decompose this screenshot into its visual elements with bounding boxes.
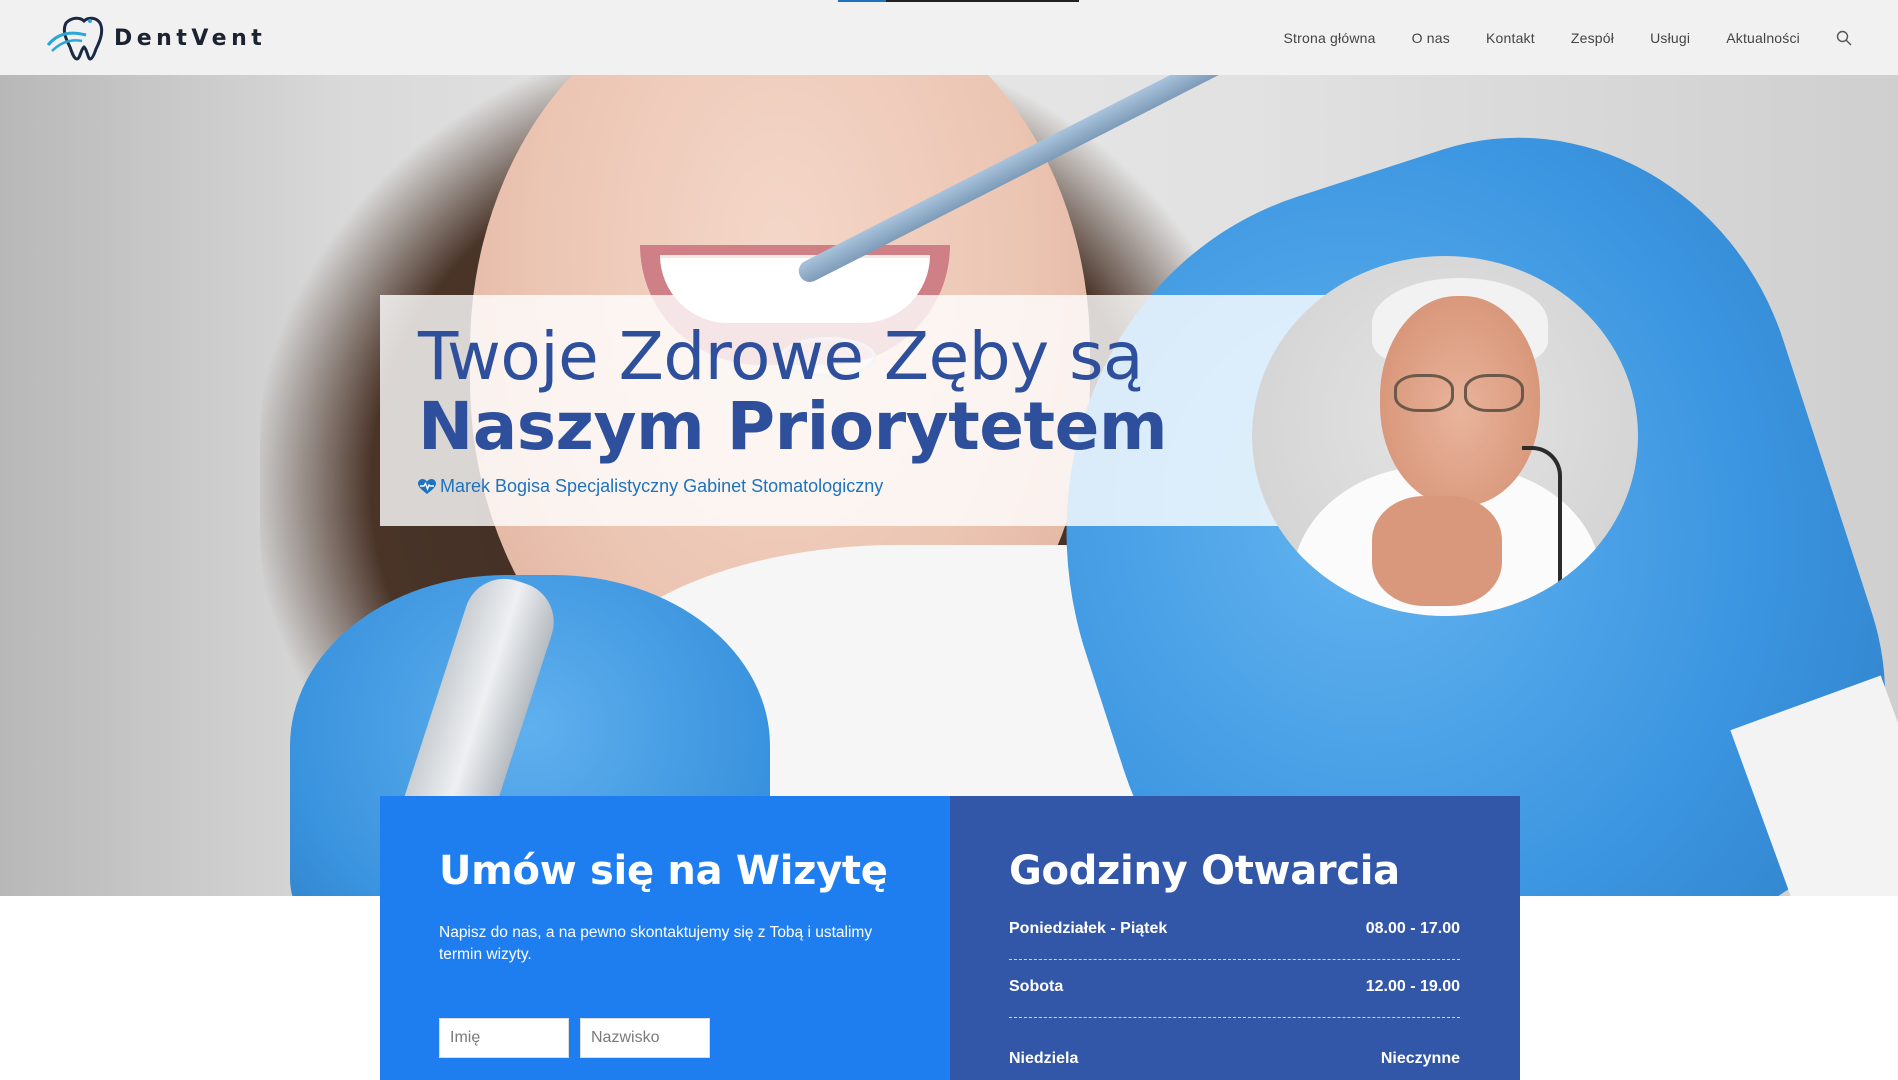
appointment-title: Umów się na Wizytę: [439, 848, 888, 894]
heartbeat-icon: [418, 478, 436, 494]
hours-row: Niedziela Nieczynne: [1009, 1032, 1460, 1080]
site-header: DentVent Strona główna O nas Kontakt Zes…: [0, 0, 1898, 75]
hero-headline-line2: Naszym Priorytetem: [418, 388, 1168, 465]
opening-hours-title: Godziny Otwarcia: [1009, 848, 1400, 894]
tooth-logo-icon: [46, 16, 104, 61]
nav-item-home[interactable]: Strona główna: [1284, 30, 1376, 46]
hours-row: Sobota 12.00 - 19.00: [1009, 960, 1460, 1018]
hero-subtitle: Marek Bogisa Specjalistyczny Gabinet Sto…: [418, 476, 883, 497]
nav-item-contact[interactable]: Kontakt: [1486, 30, 1535, 46]
logo-text: DentVent: [114, 25, 267, 51]
hours-day: Niedziela: [1009, 1050, 1079, 1067]
page-load-progress-bar: [838, 0, 1079, 2]
opening-hours-panel: Godziny Otwarcia Poniedziałek - Piątek 0…: [950, 796, 1520, 1080]
last-name-input[interactable]: [580, 1018, 710, 1058]
hours-day: Sobota: [1009, 978, 1064, 995]
hero-subtitle-text: Marek Bogisa Specjalistyczny Gabinet Sto…: [440, 476, 884, 496]
nav-item-team[interactable]: Zespół: [1571, 30, 1614, 46]
nav-item-services[interactable]: Usługi: [1650, 30, 1690, 46]
nav-item-news[interactable]: Aktualności: [1726, 30, 1800, 46]
search-icon[interactable]: [1836, 30, 1852, 46]
hours-day: Poniedziałek - Piątek: [1009, 920, 1168, 937]
doctor-portrait: [1252, 256, 1638, 616]
appointment-description: Napisz do nas, a na pewno skontaktujemy …: [439, 924, 873, 963]
hero-headline-line1: Twoje Zdrowe Zęby są: [418, 318, 1144, 395]
appointment-panel: Umów się na Wizytę Napisz do nas, a na p…: [380, 796, 950, 1080]
hours-row: Poniedziałek - Piątek 08.00 - 17.00: [1009, 902, 1460, 960]
site-logo[interactable]: DentVent: [46, 15, 266, 61]
hours-time: 12.00 - 19.00: [1365, 978, 1460, 995]
main-nav: Strona główna O nas Kontakt Zespół Usług…: [1284, 0, 1898, 75]
nav-item-about[interactable]: O nas: [1412, 30, 1450, 46]
hours-time: 08.00 - 17.00: [1365, 920, 1460, 937]
hours-time: Nieczynne: [1380, 1050, 1460, 1067]
first-name-input[interactable]: [439, 1018, 569, 1058]
